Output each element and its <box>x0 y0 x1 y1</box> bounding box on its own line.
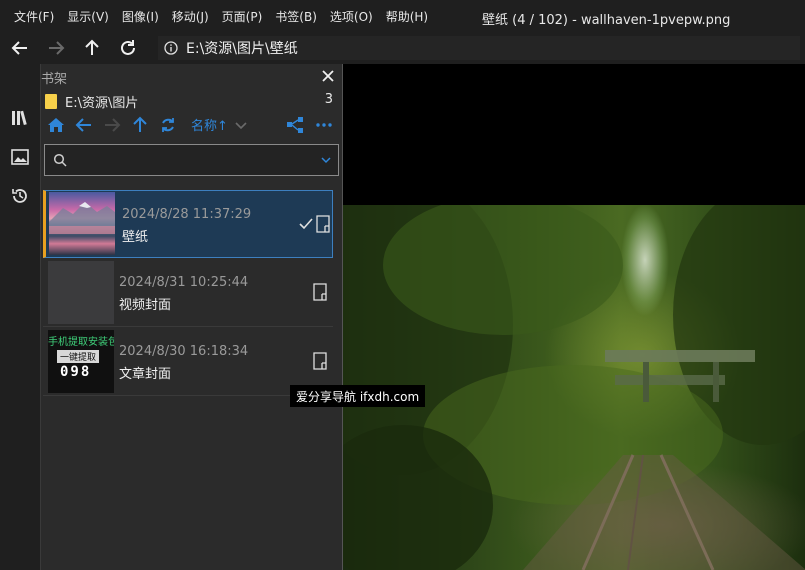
thumbnail <box>48 261 114 324</box>
thumbnail: 手机提取安装包 一键提取 098 <box>48 330 114 393</box>
history-icon <box>12 189 27 203</box>
home-icon <box>48 118 64 132</box>
panel-refresh-button[interactable] <box>157 114 179 136</box>
menu-move[interactable]: 移动(J) <box>172 8 209 25</box>
folder-path: E:\资源\图片 <box>65 95 139 111</box>
thumb-text: 一键提取 <box>57 350 100 363</box>
list-item[interactable]: 2024/8/31 10:25:44 视频封面 <box>43 259 333 327</box>
info-icon <box>164 41 178 55</box>
thumbnail <box>49 192 115 255</box>
chevron-down-icon <box>235 121 247 129</box>
path-text: E:\资源\图片\壁纸 <box>186 41 298 57</box>
close-icon <box>322 70 334 82</box>
menu-bookmark[interactable]: 书签(B) <box>275 8 317 25</box>
bookmark-list: 2024/8/28 11:37:29 壁纸 2024/8/31 10:25:44… <box>43 190 341 397</box>
forward-button[interactable] <box>43 36 69 60</box>
menu-options[interactable]: 选项(O) <box>330 8 373 25</box>
menu-list: 文件(F) 显示(V) 图像(I) 移动(J) 页面(P) 书签(B) 选项(O… <box>0 8 441 25</box>
arrow-left-icon <box>75 118 91 132</box>
page-icon[interactable] <box>313 283 327 301</box>
item-name: 壁纸 <box>122 230 149 245</box>
refresh-icon <box>162 118 174 132</box>
more-icon <box>316 123 332 127</box>
item-date: 2024/8/28 11:37:29 <box>122 207 252 222</box>
share-button[interactable] <box>284 114 306 136</box>
search-icon <box>53 153 67 167</box>
folder-icon <box>45 93 57 109</box>
mountain-thumb <box>49 202 115 234</box>
arrow-up-icon <box>85 39 99 55</box>
menu-image[interactable]: 图像(I) <box>122 8 159 25</box>
search-box <box>44 144 339 176</box>
arrow-right-icon <box>49 41 65 55</box>
menu-bar: 文件(F) 显示(V) 图像(I) 移动(J) 页面(P) 书签(B) 选项(O… <box>0 0 805 32</box>
panel-toolbar: 名称↑ <box>45 114 339 136</box>
side-rail <box>0 64 40 570</box>
menu-view[interactable]: 显示(V) <box>67 8 109 25</box>
arrow-up-icon <box>133 116 147 132</box>
reload-button[interactable] <box>115 36 141 60</box>
panel-back-button[interactable] <box>73 114 95 136</box>
page-icon[interactable] <box>316 215 330 233</box>
image-viewer[interactable] <box>342 64 805 570</box>
back-button[interactable] <box>7 36 33 60</box>
page-icon[interactable] <box>313 352 327 370</box>
menu-page[interactable]: 页面(P) <box>222 8 263 25</box>
pagelist-button[interactable] <box>8 145 32 169</box>
path-field[interactable]: E:\资源\图片\壁纸 <box>158 36 800 60</box>
item-name: 视频封面 <box>119 298 172 313</box>
window-title: 壁纸 (4 / 102) - wallhaven-1pvepw.png <box>482 13 731 28</box>
thumb-text: 手机提取安装包 <box>48 337 114 348</box>
more-button[interactable] <box>313 114 335 136</box>
check-icon <box>299 218 313 230</box>
sort-dropdown[interactable]: 名称↑ <box>191 115 248 134</box>
item-count: 3 <box>324 92 333 107</box>
refresh-icon <box>121 40 135 55</box>
menu-help[interactable]: 帮助(H) <box>386 8 428 25</box>
home-button[interactable] <box>45 114 67 136</box>
up-button[interactable] <box>79 36 105 60</box>
address-bar: E:\资源\图片\壁纸 <box>0 32 805 64</box>
item-date: 2024/8/30 16:18:34 <box>119 344 249 359</box>
current-folder: E:\资源\图片 3 <box>45 92 339 111</box>
chevron-down-icon[interactable] <box>320 154 332 166</box>
thumb-text: 098 <box>60 364 92 380</box>
arrow-left-icon <box>11 41 27 55</box>
image-icon <box>11 149 29 165</box>
panel-up-button[interactable] <box>129 114 151 136</box>
share-icon <box>287 117 303 133</box>
menu-file[interactable]: 文件(F) <box>14 8 54 25</box>
panel-title: 书架 <box>41 72 68 87</box>
item-date: 2024/8/31 10:25:44 <box>119 275 249 290</box>
sort-label: 名称↑ <box>191 119 228 134</box>
list-item[interactable]: 2024/8/28 11:37:29 壁纸 <box>43 190 333 258</box>
tooltip: 爱分享导航 ifxdh.com <box>290 385 426 407</box>
history-button[interactable] <box>8 184 32 208</box>
arrow-right-icon <box>105 118 121 132</box>
item-name: 文章封面 <box>119 367 172 382</box>
panel-forward-button[interactable] <box>101 114 123 136</box>
bookshelf-button[interactable] <box>8 106 32 130</box>
search-input[interactable] <box>71 149 311 171</box>
panel-close-button[interactable] <box>319 67 337 85</box>
bookshelf-panel: 书架 E:\资源\图片 3 名称↑ 2024/8/28 11:37:29 壁纸 … <box>40 64 342 570</box>
bookshelf-icon <box>12 110 27 126</box>
